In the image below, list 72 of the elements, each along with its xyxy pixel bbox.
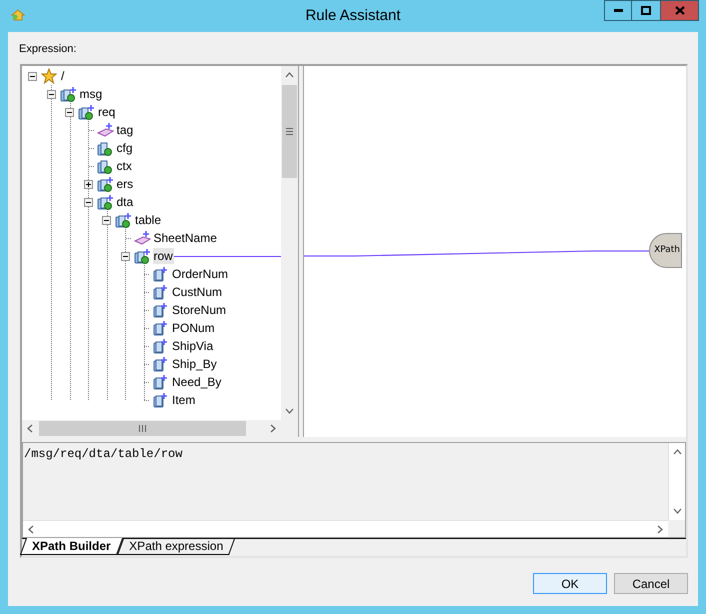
attribute-icon — [134, 230, 150, 246]
horizontal-scrollbar[interactable] — [23, 520, 668, 537]
tree-item[interactable]: PONum — [171, 320, 216, 336]
field-icon — [152, 284, 169, 300]
tree-item[interactable]: Item — [171, 392, 196, 408]
tree-item[interactable]: dta — [116, 194, 134, 210]
expand-icon[interactable] — [84, 180, 92, 188]
diagram-canvas[interactable]: XPath — [304, 66, 686, 437]
element-icon — [96, 194, 114, 210]
collapse-icon[interactable] — [120, 252, 130, 260]
scroll-thumb[interactable] — [282, 85, 297, 178]
field-icon — [152, 338, 169, 354]
scroll-left-icon — [27, 424, 33, 433]
scroll-thumb[interactable] — [39, 421, 246, 436]
cancel-button[interactable]: Cancel — [614, 573, 688, 594]
scroll-up-icon — [285, 72, 294, 78]
tab[interactable]: XPath expression — [116, 539, 235, 555]
tree-item[interactable]: table — [134, 212, 162, 228]
element-icon — [134, 248, 150, 264]
field-icon — [152, 302, 169, 318]
tree-item[interactable]: ctx — [116, 158, 133, 174]
collapse-icon[interactable] — [65, 108, 74, 116]
tree-item[interactable]: msg — [78, 86, 104, 102]
minimize-icon — [614, 9, 622, 12]
field-icon — [152, 356, 169, 372]
minimize-button[interactable] — [604, 0, 632, 21]
field-icon — [152, 374, 169, 390]
expression-label: Expression: — [19, 42, 76, 56]
scroll-up-icon — [672, 449, 682, 455]
tree-item[interactable]: cfg — [116, 140, 134, 156]
tree-item[interactable]: Ship_By — [171, 356, 218, 372]
ok-button[interactable]: OK — [533, 573, 607, 594]
element-icon — [96, 176, 114, 192]
scroll-down-icon — [672, 508, 682, 514]
tree-item[interactable]: row — [152, 248, 174, 264]
tree-item[interactable]: tag — [116, 122, 134, 138]
xpath-node[interactable]: XPath — [649, 233, 682, 268]
tree-item[interactable]: OrderNum — [171, 266, 230, 282]
collapse-icon[interactable] — [102, 216, 111, 224]
element-icon — [96, 158, 114, 174]
tree-item[interactable]: / — [60, 68, 66, 84]
collapse-icon[interactable] — [28, 72, 37, 80]
field-icon — [152, 392, 169, 408]
scroll-left-icon — [28, 524, 34, 534]
tree-item[interactable]: Need_By — [171, 374, 222, 390]
element-icon — [78, 104, 95, 120]
tree-item[interactable]: ShipVia — [171, 338, 214, 354]
tree-item[interactable]: StoreNum — [171, 302, 228, 318]
close-button[interactable] — [661, 0, 699, 21]
collapse-icon[interactable] — [84, 198, 92, 206]
tree-item[interactable]: ers — [116, 176, 134, 192]
element-icon — [96, 140, 114, 156]
attribute-icon — [96, 122, 114, 138]
element-icon — [60, 86, 76, 102]
maximize-icon — [641, 6, 651, 15]
window-title: Rule Assistant — [305, 6, 401, 26]
tree-item[interactable]: SheetName — [152, 230, 218, 246]
field-icon — [152, 320, 169, 336]
vertical-scrollbar[interactable] — [668, 443, 685, 520]
tree-view[interactable]: / msg req tag cfg ctx ers dta table SheetName row OrderNum CustNum StoreNum PONum ShipVia Ship_By Need_By Item — [22, 66, 281, 420]
tree-item[interactable]: CustNum — [171, 284, 224, 300]
scroll-right-icon — [657, 524, 663, 534]
tree-item[interactable]: req — [97, 104, 116, 120]
field-icon — [152, 266, 169, 282]
collapse-icon[interactable] — [46, 90, 56, 98]
close-icon — [674, 6, 684, 15]
scroll-down-icon — [285, 408, 294, 414]
app-icon — [11, 9, 25, 21]
star-icon — [41, 68, 58, 84]
tab[interactable]: XPath Builder — [20, 538, 123, 555]
scroll-right-icon — [270, 424, 276, 433]
element-icon — [115, 212, 132, 228]
